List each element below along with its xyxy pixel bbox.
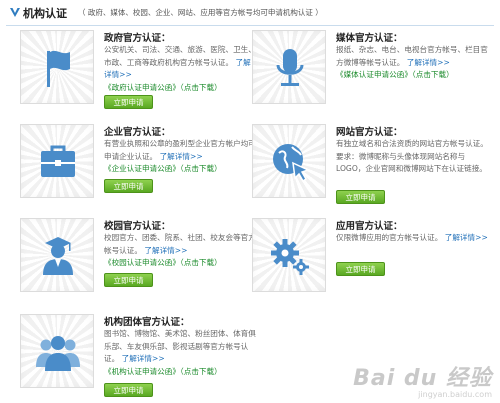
download-letter-link[interactable]: 《媒体认证申请公函》（点击下载） [336,70,454,79]
card-title: 机构团体官方认证： [104,317,190,328]
card-title: 网站官方认证： [336,127,403,138]
v-check-icon [10,8,20,17]
section-title: 机构认证 [23,7,67,20]
card-description: 图书馆、博物馆、美术馆、粉丝团体、体育俱乐部、车友俱乐部、影视话剧等官方帐号认证… [104,328,256,378]
download-letter-link[interactable]: 《机构认证申请公函》（点击下载） [104,367,222,376]
card-organization: 机构团体官方认证： 图书馆、博物馆、美术馆、粉丝团体、体育俱乐部、车友俱乐部、影… [20,314,256,400]
icon-box [20,218,94,292]
card-description-text: 有独立域名和合法资质的网站官方帐号认证。要求：微博昵称与头像体现网站名称与LOG… [336,139,488,173]
download-letter-link[interactable]: 《校园认证申请公函》（点击下载） [104,258,222,267]
gear-icon [271,239,309,275]
apply-button[interactable]: 立即申请 [104,95,153,109]
card-description: 有独立域名和合法资质的网站官方帐号认证。要求：微博昵称与头像体现网站名称与LOG… [336,138,488,176]
card-description-text: 仅限微博应用的官方帐号认证。 [336,233,443,242]
icon-box [252,30,326,104]
download-letter-link[interactable]: 《企业认证申请公函》（点击下载） [104,164,222,173]
icon-box [20,30,94,104]
card-title: 政府官方认证： [104,33,171,44]
header-divider [6,25,494,26]
learn-more-link[interactable]: 了解详情>> [407,58,450,67]
card-description: 有营业执照和公章的盈利型企业官方帐户均可申请企业认证。 了解详情>> 《企业认证… [104,138,256,176]
card-media: 媒体官方认证： 报纸、杂志、电台、电视台官方帐号、栏目官方微博等帐号认证。 了解… [252,30,492,122]
flag-icon [47,50,70,87]
learn-more-link[interactable]: 了解详情>> [122,354,165,363]
globe-cursor-icon [273,144,311,183]
apply-button[interactable]: 立即申请 [104,273,153,287]
card-campus: 校园官方认证： 校园官方、团委、院系、社团、校友会等官方帐号认证。 了解详情>>… [20,218,256,310]
apply-button[interactable]: 立即申请 [104,179,153,193]
icon-box [252,218,326,292]
learn-more-link[interactable]: 了解详情>> [160,152,203,161]
microphone-icon [276,49,304,86]
card-description: 公安机关、司法、交通、旅游、医院、卫生、市政、工商等政府机构官方帐号认证。 了解… [104,44,256,94]
card-description-text: 公安机关、司法、交通、旅游、医院、卫生、市政、工商等政府机构官方帐号认证。 [104,45,256,67]
apply-button[interactable]: 立即申请 [336,190,385,204]
card-title: 应用官方认证： [336,221,403,232]
learn-more-link[interactable]: 了解详情>> [445,233,488,242]
apply-button[interactable]: 立即申请 [104,383,153,397]
section-subtitle: （ 政府、媒体、校园、企业、网站、应用等官方帐号均可申请机构认证 ） [78,8,323,17]
download-letter-link[interactable]: 《政府认证申请公函》（点击下载） [104,83,222,92]
card-description: 仅限微博应用的官方帐号认证。 了解详情>> [336,232,488,245]
section-header: 机构认证 （ 政府、媒体、校园、企业、网站、应用等官方帐号均可申请机构认证 ） [0,0,500,26]
card-title: 媒体官方认证： [336,33,403,44]
graduate-icon [43,237,73,275]
card-enterprise: 企业官方认证： 有营业执照和公章的盈利型企业官方帐户均可申请企业认证。 了解详情… [20,124,256,216]
card-application: 应用官方认证： 仅限微博应用的官方帐号认证。 了解详情>> 立即申请 [252,218,492,310]
learn-more-link[interactable]: 了解详情>> [144,246,187,255]
card-website: 网站官方认证： 有独立域名和合法资质的网站官方帐号认证。要求：微博昵称与头像体现… [252,124,492,216]
icon-box [20,124,94,198]
apply-button[interactable]: 立即申请 [336,262,385,276]
card-title: 企业官方认证： [104,127,171,138]
card-government: 政府官方认证： 公安机关、司法、交通、旅游、医院、卫生、市政、工商等政府机构官方… [20,30,256,122]
briefcase-icon [41,145,75,177]
watermark: Bai du 经验 jingyan.baidu.com [353,360,492,399]
card-description: 报纸、杂志、电台、电视台官方帐号、栏目官方微博等帐号认证。 了解详情>> 《媒体… [336,44,488,82]
icon-box [20,314,94,388]
card-title: 校园官方认证： [104,221,171,232]
card-description: 校园官方、团委、院系、社团、校友会等官方帐号认证。 了解详情>> 《校园认证申请… [104,232,256,270]
watermark-brand: Bai du 经验 [353,366,492,391]
group-icon [36,336,80,371]
icon-box [252,124,326,198]
